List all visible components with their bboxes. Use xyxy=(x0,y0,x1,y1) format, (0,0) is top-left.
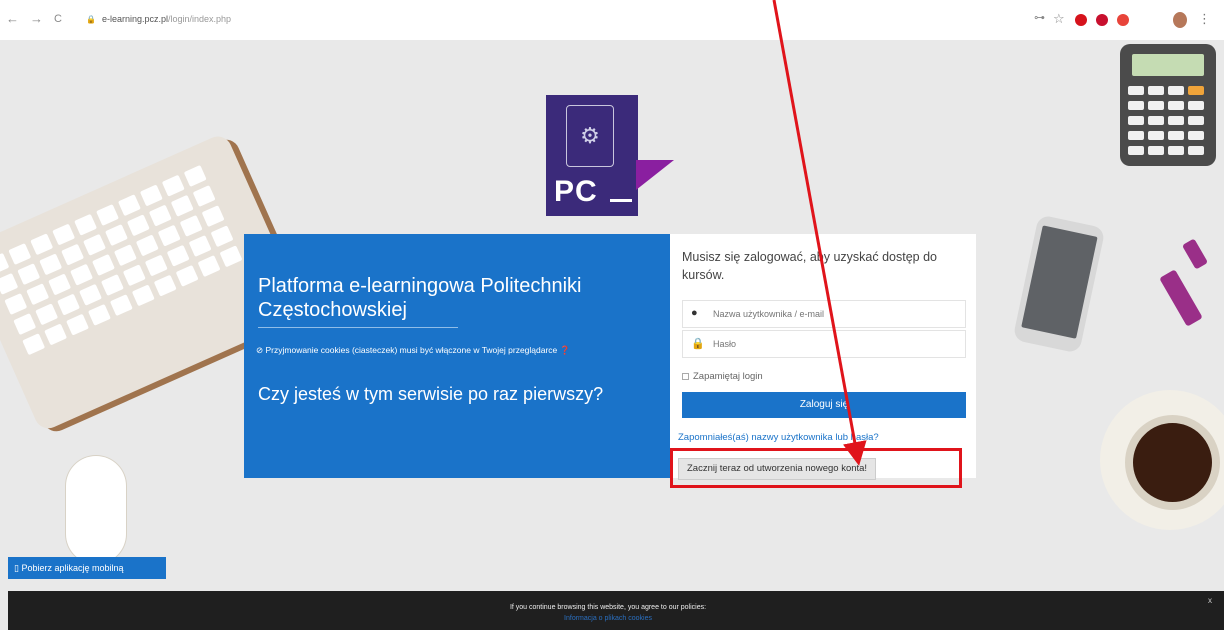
key-icon[interactable]: ⊶ xyxy=(1034,11,1045,24)
forgot-credentials-link[interactable]: Zapomniałeś(aś) nazwy użytkownika lub ha… xyxy=(678,432,879,443)
lock-icon: 🔒 xyxy=(691,338,705,350)
mobile-phone-icon: ▯ xyxy=(14,563,19,573)
login-form-panel: Musisz się zalogować, aby uzyskać dostęp… xyxy=(670,234,976,480)
back-icon[interactable]: ← xyxy=(6,11,19,26)
address-bar[interactable]: 🔒 e-learning.pcz.pl/login/index.php xyxy=(86,14,231,24)
cookie-policy-link[interactable]: Informacja o plikach cookies xyxy=(8,615,1208,622)
login-info-panel: Platforma e-learningowa Politechniki Czę… xyxy=(244,234,670,478)
usb-cap-illustration xyxy=(1181,238,1209,270)
login-prompt: Musisz się zalogować, aby uzyskać dostęp… xyxy=(682,250,937,282)
user-icon: ● xyxy=(691,307,698,319)
help-icon[interactable]: ❓ xyxy=(560,345,571,355)
bookmark-star-icon[interactable]: ☆ xyxy=(1053,11,1065,27)
cookie-close-button[interactable]: x xyxy=(1208,596,1212,605)
browser-menu-icon[interactable]: ⋮ xyxy=(1198,11,1211,27)
password-input[interactable] xyxy=(713,336,961,352)
annotation-highlight-box xyxy=(670,448,962,488)
username-field[interactable]: ● xyxy=(682,300,966,328)
cookies-notice-text: Przyjmowanie cookies (ciasteczek) musi b… xyxy=(265,345,558,355)
cookies-notice: ⊘ Przyjmowanie cookies (ciasteczek) musi… xyxy=(256,344,636,356)
extension-icon[interactable] xyxy=(1117,14,1129,26)
smartphone-illustration xyxy=(1012,214,1106,354)
mobile-app-button[interactable]: ▯ Pobierz aplikację mobilną xyxy=(8,557,166,579)
remember-checkbox[interactable] xyxy=(682,372,689,380)
info-circle-icon: ⊘ xyxy=(256,345,264,355)
usb-drive-illustration xyxy=(1159,269,1203,327)
remember-login[interactable]: Zapamiętaj login xyxy=(682,371,763,382)
login-button[interactable]: Zaloguj się xyxy=(682,392,966,418)
forward-icon[interactable]: → xyxy=(30,11,43,26)
mouse-illustration xyxy=(66,456,126,564)
login-card: Platforma e-learningowa Politechniki Czę… xyxy=(244,234,976,480)
calculator-illustration xyxy=(1120,44,1216,166)
mobile-app-label: Pobierz aplikację mobilną xyxy=(21,563,124,573)
university-emblem-icon: ⚙ xyxy=(566,105,614,167)
remember-label: Zapamiętaj login xyxy=(693,371,763,382)
reload-icon[interactable]: C xyxy=(54,13,62,25)
profile-avatar[interactable] xyxy=(1173,12,1187,28)
title-divider xyxy=(258,327,458,328)
adblock-extension-icon[interactable] xyxy=(1096,14,1108,26)
browser-toolbar: ← → C 🔒 e-learning.pcz.pl/login/index.php… xyxy=(0,0,1224,40)
opera-extension-icon[interactable] xyxy=(1075,14,1087,26)
platform-title: Platforma e-learningowa Politechniki Czę… xyxy=(258,275,582,321)
cookie-consent-bar: If you continue browsing this website, y… xyxy=(8,591,1224,630)
logo-text: PC xyxy=(554,175,598,208)
url-host: e-learning.pcz.pl xyxy=(101,14,169,24)
first-time-heading: Czy jesteś w tym serwisie po raz pierwsz… xyxy=(258,384,604,404)
lock-icon: 🔒 xyxy=(86,15,96,24)
username-input[interactable] xyxy=(713,306,961,322)
cookie-consent-text: If you continue browsing this website, y… xyxy=(509,604,707,611)
pcz-logo: ⚙ PC xyxy=(546,95,638,216)
url-path: /login/index.php xyxy=(168,14,232,24)
coffee-cup-illustration xyxy=(1100,390,1224,530)
password-field[interactable]: 🔒 xyxy=(682,330,966,358)
logo-accent-triangle xyxy=(636,160,674,190)
